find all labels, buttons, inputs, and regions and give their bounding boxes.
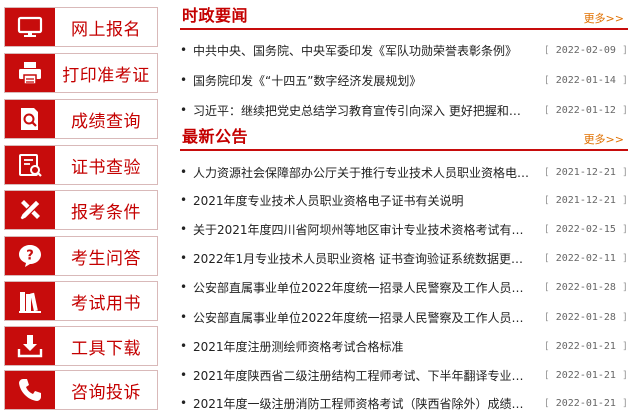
nav-print-admission-ticket[interactable]: 打印准考证 [4,53,158,93]
notice-item-date: [ 2021-12-21 ] [543,194,628,206]
nav-online-registration[interactable]: 网上报名 [4,7,158,47]
nav-certificate-verification[interactable]: 证书查验 [4,145,158,185]
nav-exam-requirements[interactable]: 报考条件 [4,190,158,230]
nav-exam-books-label: 考试用书 [71,293,141,314]
nav-score-query-label: 成绩查询 [71,111,141,132]
news-item-date: [ 2022-01-12 ] [543,104,628,116]
nav-candidate-faq-label: 考生问答 [71,248,141,269]
news-more-link[interactable]: 更多>> [584,10,624,26]
list-item[interactable]: • 公安部直属事业单位2022年度统一招录人民警察及工作人员公告 [ 2022-… [180,306,628,328]
news-item-title[interactable]: 习近平：继续把党史总结学习教育宣传引向深入 更好把握和运用党的百年奋斗历史经验 [193,102,531,119]
search-document-icon [21,108,38,130]
nav-exam-books[interactable]: 考试用书 [4,281,158,321]
notice-item-title[interactable]: 公安部直属事业单位2022年度统一招录人民警察及工作人员公告 [193,279,531,296]
list-item[interactable]: • 中共中央、国务院、中央军委印发《军队功勋荣誉表彰条例》 [ 2022-02-… [180,39,628,61]
bullet-icon: • [180,280,188,294]
list-item[interactable]: • 2022年1月专业技术人员职业资格 证书查询验证系统数据更新情况 [ 202… [180,247,628,269]
news-item-date: [ 2022-02-09 ] [543,44,628,56]
notice-item-title[interactable]: 人力资源社会保障部办公厅关于推行专业技术人员职业资格电子证书的通知 [193,164,531,181]
nav-tool-download[interactable]: 工具下载 [4,326,158,366]
list-item[interactable]: • 2021年度一级注册消防工程师资格考试（陕西省除外）成绩发布 [ 2022-… [180,392,628,414]
phone-icon [19,379,41,401]
bullet-icon: • [180,339,188,353]
notice-item-date: [ 2022-01-21 ] [543,340,628,352]
news-section-header: 时政要闻 更多>> [180,2,628,30]
list-item[interactable]: • 2021年度注册测绘师资格考试合格标准 [ 2022-01-21 ] [180,335,628,357]
svg-text:?: ? [26,249,34,264]
list-item[interactable]: • 2021年度专业技术人员职业资格电子证书有关说明 [ 2021-12-21 … [180,189,628,211]
nav-consult-complaint-label: 咨询投诉 [71,382,141,403]
notice-item-title[interactable]: 2021年度注册测绘师资格考试合格标准 [193,338,531,355]
bullet-icon: • [180,222,188,236]
notice-item-date: [ 2022-01-28 ] [543,281,628,293]
notice-item-date: [ 2021-12-21 ] [543,166,628,178]
list-item[interactable]: • 人力资源社会保障部办公厅关于推行专业技术人员职业资格电子证书的通知 [ 20… [180,161,628,183]
nav-certificate-verification-label: 证书查验 [71,157,141,178]
notice-item-title[interactable]: 关于2021年度四川省阿坝州等地区审计专业技术资格考试有关事项的通知 [193,221,531,238]
notice-item-title[interactable]: 2022年1月专业技术人员职业资格 证书查询验证系统数据更新情况 [193,250,531,267]
bullet-icon: • [180,193,188,207]
tools-icon [19,199,41,221]
news-item-date: [ 2022-01-14 ] [543,74,628,86]
nav-online-registration-label: 网上报名 [71,19,141,40]
bullet-icon: • [180,73,188,87]
nav-tool-download-label: 工具下载 [71,338,141,359]
question-bubble-icon: ? [19,245,41,267]
notice-item-date: [ 2022-01-28 ] [543,311,628,323]
notice-item-date: [ 2022-02-11 ] [543,252,628,264]
bullet-icon: • [180,43,188,57]
notices-section-title: 最新公告 [182,127,249,146]
certificate-search-icon [19,154,42,177]
notice-item-title[interactable]: 公安部直属事业单位2022年度统一招录人民警察及工作人员公告 [193,309,531,326]
bullet-icon: • [180,165,188,179]
bullet-icon: • [180,396,188,410]
notice-item-title[interactable]: 2021年度一级注册消防工程师资格考试（陕西省除外）成绩发布 [193,395,531,412]
list-item[interactable]: • 关于2021年度四川省阿坝州等地区审计专业技术资格考试有关事项的通知 [ 2… [180,218,628,240]
nav-consult-complaint[interactable]: 咨询投诉 [4,370,158,410]
notice-item-title[interactable]: 2021年度专业技术人员职业资格电子证书有关说明 [193,192,531,209]
bullet-icon: • [180,310,188,324]
notice-item-date: [ 2022-01-21 ] [543,369,628,381]
notices-section-header: 最新公告 更多>> [180,123,628,151]
list-item[interactable]: • 国务院印发《“十四五”数字经济发展规划》 [ 2022-01-14 ] [180,69,628,91]
nav-exam-requirements-label: 报考条件 [71,202,141,223]
printer-icon [19,62,41,85]
bullet-icon: • [180,251,188,265]
books-icon [19,292,41,313]
news-item-title[interactable]: 国务院印发《“十四五”数字经济发展规划》 [193,72,531,89]
notice-item-title[interactable]: 2021年度陕西省二级注册结构工程师考试、下半年翻译专业资格考试合格标准 [193,367,531,384]
list-item[interactable]: • 公安部直属事业单位2022年度统一招录人民警察及工作人员公告 [ 2022-… [180,276,628,298]
monitor-icon [17,16,43,37]
list-item[interactable]: • 习近平：继续把党史总结学习教育宣传引向深入 更好把握和运用党的百年奋斗历史经… [180,99,628,121]
nav-print-admission-ticket-label: 打印准考证 [62,65,150,86]
nav-candidate-faq[interactable]: ? 考生问答 [4,236,158,276]
list-item[interactable]: • 2021年度陕西省二级注册结构工程师考试、下半年翻译专业资格考试合格标准 [… [180,364,628,386]
news-section-title: 时政要闻 [182,6,249,25]
bullet-icon: • [180,103,188,117]
download-icon [17,335,43,358]
news-item-title[interactable]: 中共中央、国务院、中央军委印发《军队功勋荣誉表彰条例》 [193,42,531,59]
notice-item-date: [ 2022-01-21 ] [543,397,628,409]
bullet-icon: • [180,368,188,382]
notice-item-date: [ 2022-02-15 ] [543,223,628,235]
notices-more-link[interactable]: 更多>> [584,131,624,147]
nav-score-query[interactable]: 成绩查询 [4,99,158,139]
